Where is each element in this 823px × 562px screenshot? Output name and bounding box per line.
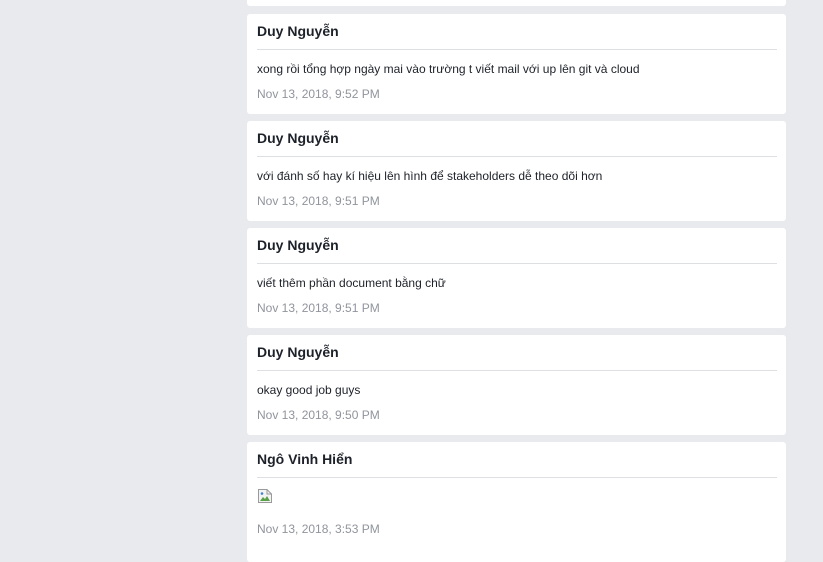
message-text: với đánh số hay kí hiệu lên hình để stak… [257,169,603,183]
message-card: Duy Nguyễn okay good job guys Nov 13, 20… [247,335,786,435]
message-author[interactable]: Duy Nguyễn [257,121,777,148]
message-text: okay good job guys [257,383,361,397]
card-divider [257,156,777,157]
message-timestamp[interactable]: Nov 13, 2018, 9:51 PM [257,300,777,316]
message-card: Ngô Vinh Hiển Nov 13, 2018, 3:53 PM [247,442,786,562]
card-divider [257,263,777,264]
card-divider [257,370,777,371]
message-timestamp[interactable]: Nov 13, 2018, 9:51 PM [257,193,777,209]
broken-image-icon[interactable] [257,488,273,504]
message-author[interactable]: Duy Nguyễn [257,228,777,255]
message-text: xong rồi tổng hợp ngày mai vào trường t … [257,62,640,76]
message-text: viết thêm phần document bằng chữ [257,276,446,290]
card-divider [257,49,777,50]
message-timestamp[interactable]: Nov 13, 2018, 9:50 PM [257,407,777,423]
message-author[interactable]: Duy Nguyễn [257,14,777,41]
message-timestamp[interactable]: Nov 13, 2018, 3:53 PM [257,521,777,537]
message-card: Duy Nguyễn viết thêm phần document bằng … [247,228,786,328]
message-card: Duy Nguyễn xong rồi tổng hợp ngày mai và… [247,14,786,114]
message-card: Duy Nguyễn với đánh số hay kí hiệu lên h… [247,121,786,221]
message-timestamp[interactable]: Nov 13, 2018, 9:52 PM [257,86,777,102]
message-author[interactable]: Duy Nguyễn [257,335,777,362]
message-author[interactable]: Ngô Vinh Hiển [257,442,777,469]
message-card-partial [247,0,786,6]
card-divider [257,477,777,478]
